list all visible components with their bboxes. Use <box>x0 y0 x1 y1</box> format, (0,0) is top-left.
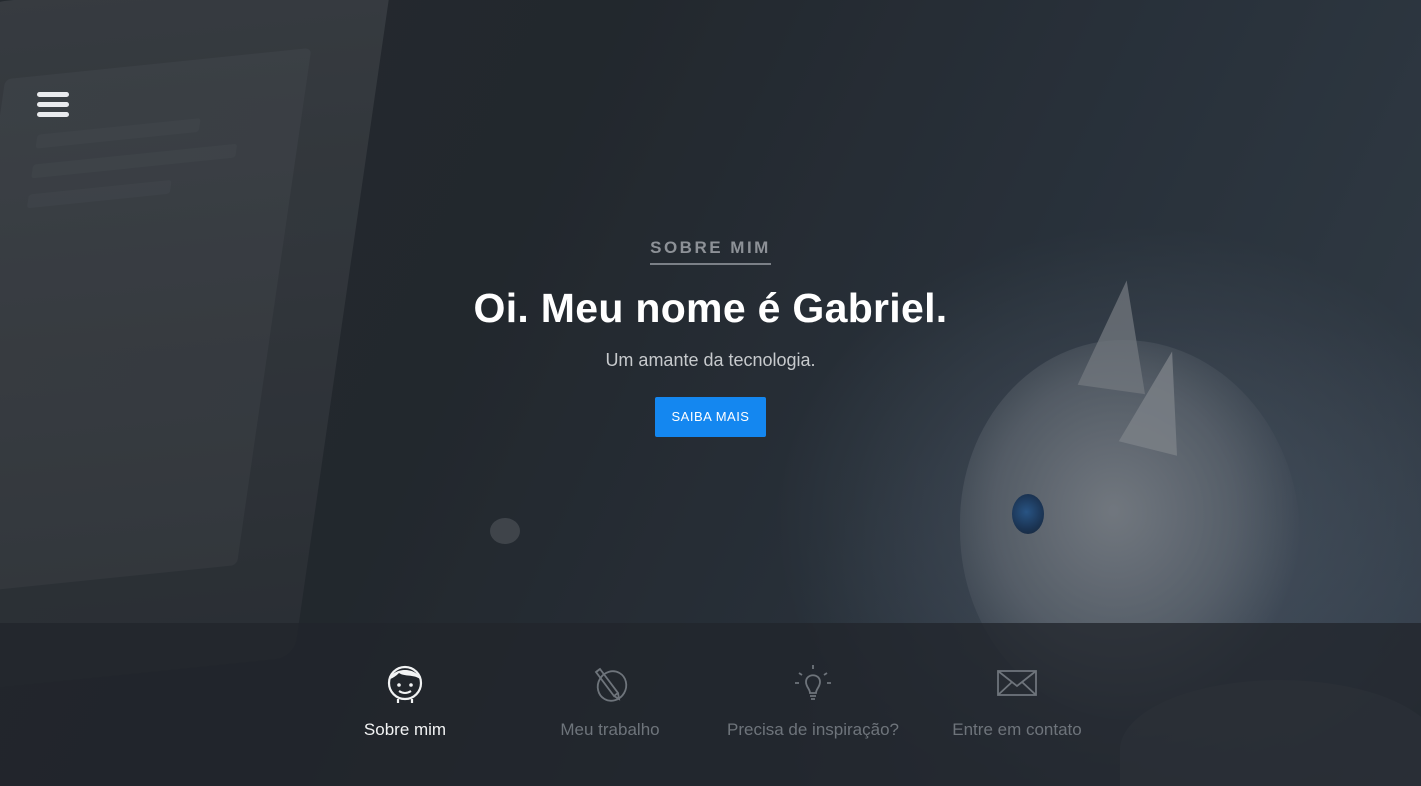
hero-content: SOBRE MIM Oi. Meu nome é Gabriel. Um ama… <box>0 238 1421 437</box>
envelope-icon <box>997 670 1037 696</box>
nav-item-label: Precisa de inspiração? <box>727 720 899 739</box>
section-eyebrow: SOBRE MIM <box>650 238 771 265</box>
learn-more-button[interactable]: SAIBA MAIS <box>655 397 766 437</box>
nav-item-work[interactable]: Meu trabalho <box>520 661 700 740</box>
lightbulb-icon <box>795 665 831 700</box>
nav-item-inspiration[interactable]: Precisa de inspiração? <box>723 661 903 740</box>
nav-item-label: Meu trabalho <box>560 720 660 739</box>
hamburger-menu-icon[interactable] <box>37 92 69 118</box>
bottom-nav: Sobre mim Meu trabalho Precisa de inspir… <box>0 623 1421 786</box>
nav-item-contact[interactable]: Entre em contato <box>927 661 1107 740</box>
nav-item-label: Entre em contato <box>952 720 1082 739</box>
page-title: Oi. Meu nome é Gabriel. <box>473 285 948 331</box>
nav-item-about[interactable]: Sobre mim <box>315 661 495 740</box>
page-subtitle: Um amante da tecnologia. <box>605 350 816 370</box>
face-icon <box>387 665 423 703</box>
nav-item-label: Sobre mim <box>363 720 447 739</box>
hero-section: SOBRE MIM Oi. Meu nome é Gabriel. Um ama… <box>0 0 1421 786</box>
pencil-circle-icon <box>594 667 628 702</box>
